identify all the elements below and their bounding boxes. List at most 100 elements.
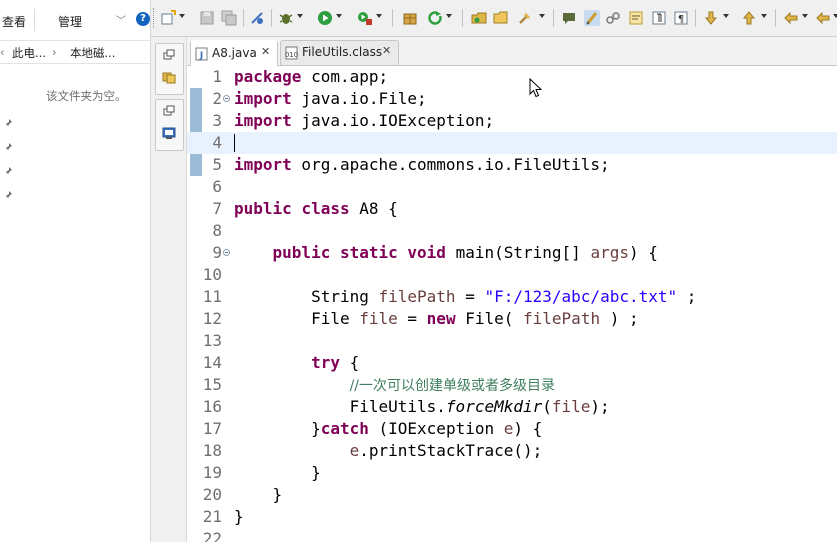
previous-annotation-dropdown-icon[interactable] [761,14,767,18]
code-token: } [234,419,321,438]
code-token: java.io.IOException; [291,111,495,130]
code-line[interactable]: 12 File file = new File( filePath ) ; [187,308,837,330]
toolbar-separator [271,9,272,27]
debug-icon[interactable] [278,10,294,26]
class-file-icon: 010 [285,46,298,60]
code-line[interactable]: 22 [187,528,837,542]
code-token: filePath [523,309,601,328]
next-annotation-dropdown-icon[interactable] [723,14,729,18]
back-icon[interactable] [783,10,799,26]
new-icon[interactable] [160,10,176,26]
code-line[interactable]: 4 [187,132,837,154]
code-line[interactable]: 6 [187,176,837,198]
close-icon[interactable]: ✕ [382,44,391,57]
new-dropdown-icon[interactable] [179,14,185,18]
toolbar-grip[interactable] [153,8,157,28]
pin-icon[interactable] [5,143,13,151]
code-token: ; [677,287,697,306]
refresh-icon[interactable] [427,10,443,26]
code-line[interactable]: 1 package com.app; [187,66,837,88]
highlight-icon[interactable] [584,10,600,26]
back-dropdown-icon[interactable] [802,14,808,18]
fold-toggle-icon[interactable] [223,95,230,102]
code-line[interactable]: 11 String filePath = "F:/123/abc/abc.txt… [187,286,837,308]
line-number: 14 [202,353,222,372]
tab-a8-java[interactable]: J A8.java ✕ [190,40,278,66]
pin-icon[interactable] [5,191,13,199]
editor-tab-bar: J A8.java ✕ 010 FileUtils.class ✕ [187,37,837,66]
code-line[interactable]: 5 import org.apache.commons.io.FileUtils; [187,154,837,176]
toolbar-separator [775,9,776,27]
forward-dropdown-icon[interactable] [833,14,837,18]
forward-icon[interactable] [815,10,831,26]
package-explorer-icon[interactable] [162,70,176,84]
previous-annotation-icon[interactable] [741,10,757,26]
code-line[interactable]: 17 }catch (IOException e) { [187,418,837,440]
code-line[interactable]: 20 } [187,484,837,506]
save-icon[interactable] [199,10,215,26]
code-line[interactable]: 13 [187,330,837,352]
code-token: A8 { [349,199,398,218]
code-line[interactable]: 18 e.printStackTrace(); [187,440,837,462]
help-icon[interactable]: ? [136,12,150,26]
code-token: { [339,353,360,372]
refresh-dropdown-icon[interactable] [446,14,452,18]
close-icon[interactable]: ✕ [261,45,270,58]
code-text: try { [234,352,359,374]
restore-icon[interactable] [162,48,176,62]
code-token: filePath [378,287,456,306]
code-line[interactable]: 15 //一次可以创建单级或者多级目录 [187,374,837,396]
tab-fileutils-class[interactable]: 010 FileUtils.class ✕ [280,40,399,65]
run-icon[interactable] [317,10,333,26]
toggle-breakpoint-icon[interactable] [249,10,265,26]
debug-dropdown-icon[interactable] [297,14,303,18]
new-package-icon[interactable] [402,10,418,26]
console-icon[interactable] [162,126,176,140]
fold-toggle-icon[interactable] [223,249,230,256]
search-icon[interactable] [517,10,533,26]
code-line[interactable]: 7 public class A8 { [187,198,837,220]
paragraph-icon[interactable] [651,10,667,26]
address-bar[interactable]: ‹ 此电... › 本地磁... [0,41,150,64]
annotation-icon[interactable] [561,10,577,26]
toolbar-separator [553,9,554,27]
search-dropdown-icon[interactable] [539,14,545,18]
paragraph-mark-icon[interactable]: ¶ [673,10,689,26]
code-line[interactable]: 2 import java.io.File; [187,88,837,110]
breadcrumb-local-disk[interactable]: 本地磁... [70,45,115,61]
ribbon-expand-chevron-icon[interactable]: ﹀ [116,12,126,27]
show-whitespace-icon[interactable] [628,10,644,26]
ribbon-tab-manage[interactable]: 管理 [58,13,82,30]
run-dropdown-icon[interactable] [336,14,342,18]
code-area[interactable]: 1 package com.app; 2 import java.io.File; 3 i… [187,66,837,542]
link-icon[interactable] [605,10,621,26]
open-type-icon[interactable] [471,10,487,26]
code-line[interactable]: 8 [187,220,837,242]
restore-icon[interactable] [162,104,176,118]
code-line[interactable]: 16 FileUtils.forceMkdir(file); [187,396,837,418]
pin-icon[interactable] [5,167,13,175]
code-line[interactable]: 9 public static void main(String[] args)… [187,242,837,264]
open-folder-icon[interactable] [493,10,509,26]
next-annotation-icon[interactable] [703,10,719,26]
code-token: import [234,89,292,108]
code-line[interactable]: 19 } [187,462,837,484]
breadcrumb-this-pc[interactable]: 此电... [12,45,46,61]
line-number: 3 [212,111,222,130]
save-all-icon[interactable] [221,10,237,26]
run-external-icon[interactable] [357,10,373,26]
run-external-dropdown-icon[interactable] [376,14,382,18]
code-line[interactable]: 3 import java.io.IOException; [187,110,837,132]
code-line[interactable]: 21} [187,506,837,528]
code-line[interactable]: 14 try { [187,352,837,374]
ribbon-tab-view[interactable]: 查看 [2,13,26,30]
code-text: public class A8 { [234,198,398,220]
code-line[interactable]: 10 [187,264,837,286]
pin-icon[interactable] [5,119,13,127]
svg-text:010: 010 [285,51,298,59]
code-token: File [234,309,360,328]
code-token: } [234,485,283,504]
breadcrumb-separator-icon: ‹ [0,45,5,59]
